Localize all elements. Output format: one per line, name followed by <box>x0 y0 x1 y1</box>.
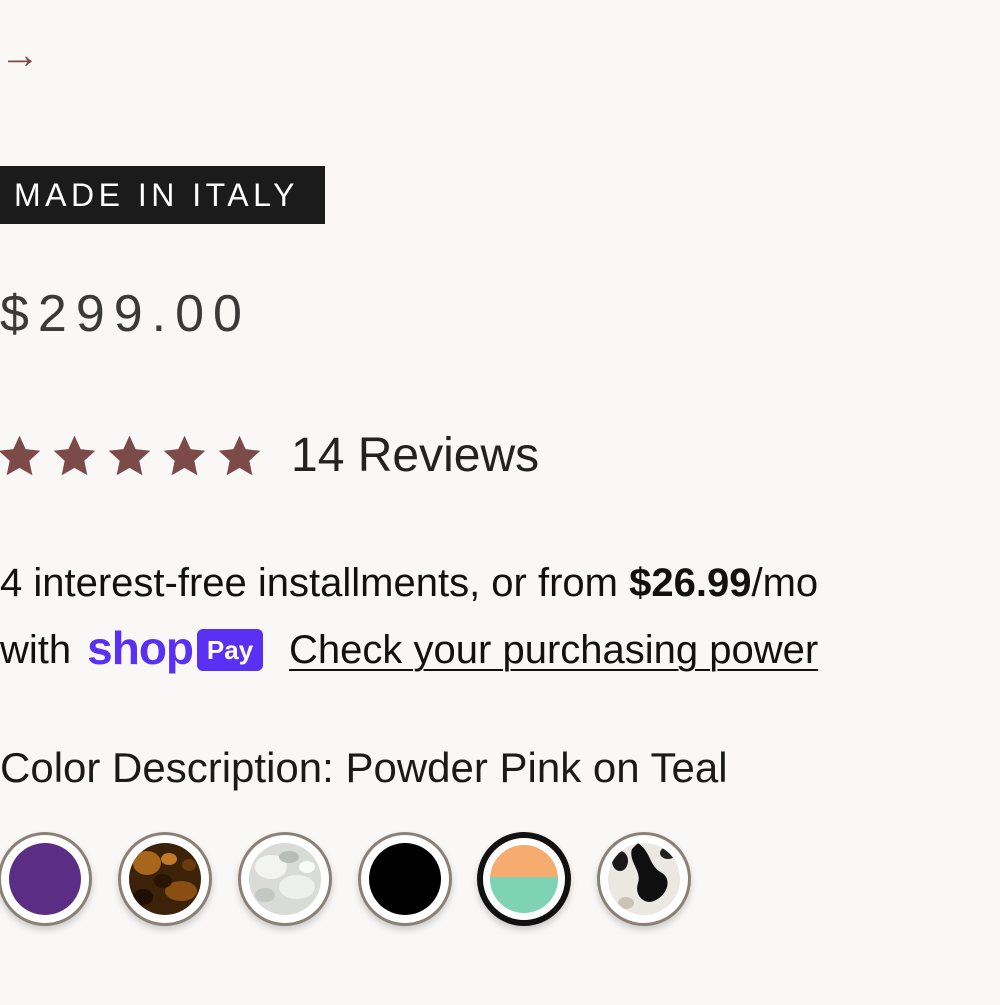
product-price: $299.00 <box>0 285 251 343</box>
swatch-pearl-white-fill <box>249 843 321 915</box>
star-icon <box>108 435 151 475</box>
swatch-black[interactable] <box>358 832 452 926</box>
right-arrow-icon[interactable]: → <box>0 30 40 80</box>
swatch-tortoise-fill <box>129 843 201 915</box>
shop-pay-installments: 4 interest-free installments, or from $2… <box>0 553 1000 687</box>
per-month-suffix: /mo <box>751 561 819 605</box>
with-label: with <box>0 628 72 672</box>
color-swatches <box>0 832 1000 926</box>
installments-text: 4 interest-free installments, or from <box>0 561 630 605</box>
swatch-black-fill <box>369 843 441 915</box>
star-icon <box>0 435 41 475</box>
star-rating <box>0 432 265 481</box>
swatch-black-white-cow[interactable] <box>597 832 691 926</box>
check-purchasing-power-link[interactable]: Check your purchasing power <box>289 620 818 680</box>
swatch-purple-fill <box>9 843 81 915</box>
swatch-black-white-cow-fill <box>608 843 680 915</box>
installments-line: 4 interest-free installments, or from $2… <box>0 553 1000 613</box>
product-info-panel: → MADE IN ITALY $299.00 14 Reviews 4 int… <box>0 0 1000 1005</box>
shop-pay-line: with shop Pay Check your purchasing powe… <box>0 613 1000 687</box>
shop-pay-logo: shop Pay <box>87 622 264 675</box>
made-in-italy-badge: MADE IN ITALY <box>0 166 325 224</box>
reviews-count-link[interactable]: 14 Reviews <box>291 426 539 486</box>
pay-pill: Pay <box>197 629 264 671</box>
color-description: Color Description: Powder Pink on Teal <box>0 744 728 791</box>
star-icon <box>218 435 261 475</box>
star-icon <box>53 435 96 475</box>
badge-label: MADE IN ITALY <box>14 176 299 213</box>
rating-summary[interactable]: 14 Reviews <box>0 426 539 486</box>
swatch-powder-pink-on-teal-fill <box>490 845 558 913</box>
monthly-amount: $26.99 <box>629 561 752 605</box>
star-icon <box>163 435 206 475</box>
swatch-pearl-white[interactable] <box>238 832 332 926</box>
swatch-powder-pink-on-teal[interactable] <box>477 832 571 926</box>
swatch-purple[interactable] <box>0 832 92 926</box>
shop-wordmark: shop <box>87 622 194 674</box>
swatch-tortoise[interactable] <box>118 832 212 926</box>
